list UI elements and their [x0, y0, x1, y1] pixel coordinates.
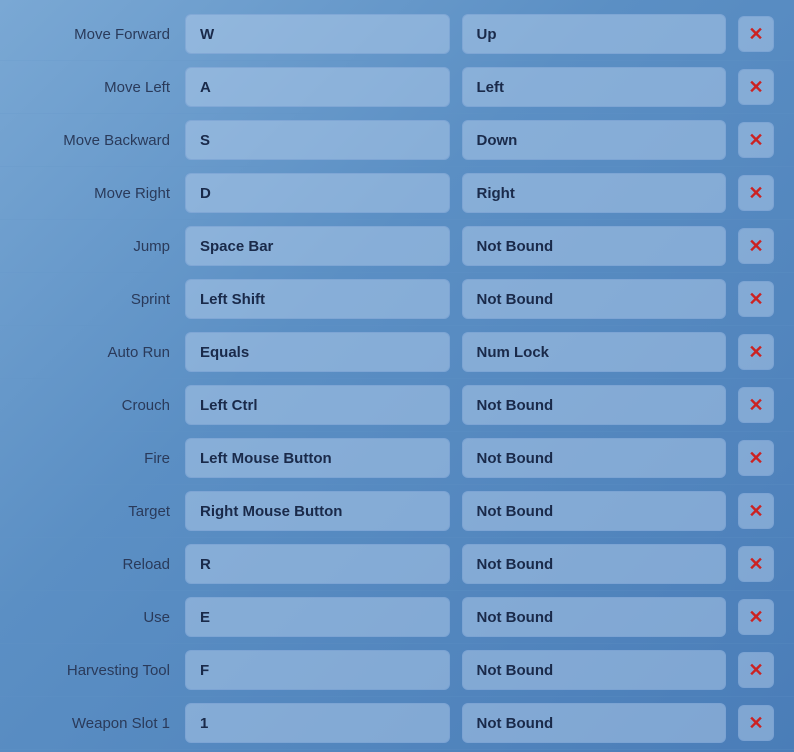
clear-button[interactable]: ✕ [738, 705, 774, 741]
action-label: Jump [10, 238, 185, 255]
table-row: UseE Not Bound ✕ [0, 591, 794, 644]
primary-binding[interactable]: 1 [185, 703, 450, 743]
primary-binding[interactable]: Equals [185, 332, 450, 372]
action-label: Fire [10, 450, 185, 467]
bindings-area: F Not Bound ✕ [185, 650, 774, 690]
primary-binding[interactable]: Right Mouse Button [185, 491, 450, 531]
secondary-binding[interactable]: Up [462, 14, 727, 54]
bindings-area: S Down ✕ [185, 120, 774, 160]
table-row: JumpSpace Bar Not Bound ✕ [0, 220, 794, 273]
table-row: Auto RunEquals Num Lock ✕ [0, 326, 794, 379]
bindings-area: Equals Num Lock ✕ [185, 332, 774, 372]
secondary-binding[interactable]: Not Bound [462, 544, 727, 584]
table-row: Weapon Slot 11 Not Bound ✕ [0, 697, 794, 750]
action-label: Move Forward [10, 26, 185, 43]
primary-binding[interactable]: D [185, 173, 450, 213]
secondary-binding[interactable]: Not Bound [462, 226, 727, 266]
clear-button[interactable]: ✕ [738, 440, 774, 476]
primary-binding[interactable]: Left Mouse Button [185, 438, 450, 478]
bindings-area: E Not Bound ✕ [185, 597, 774, 637]
table-row: ReloadR Not Bound ✕ [0, 538, 794, 591]
primary-binding[interactable]: F [185, 650, 450, 690]
action-label: Move Right [10, 185, 185, 202]
bindings-area: 1 Not Bound ✕ [185, 703, 774, 743]
secondary-binding[interactable]: Num Lock [462, 332, 727, 372]
secondary-binding[interactable]: Right [462, 173, 727, 213]
clear-button[interactable]: ✕ [738, 546, 774, 582]
bindings-area: W Up ✕ [185, 14, 774, 54]
table-row: Move LeftA Left ✕ [0, 61, 794, 114]
secondary-binding[interactable]: Not Bound [462, 438, 727, 478]
primary-binding[interactable]: E [185, 597, 450, 637]
primary-binding[interactable]: Left Shift [185, 279, 450, 319]
bindings-area: D Right ✕ [185, 173, 774, 213]
clear-button[interactable]: ✕ [738, 228, 774, 264]
clear-button[interactable]: ✕ [738, 599, 774, 635]
secondary-binding[interactable]: Down [462, 120, 727, 160]
table-row: Move BackwardS Down ✕ [0, 114, 794, 167]
bindings-area: Left Ctrl Not Bound ✕ [185, 385, 774, 425]
secondary-binding[interactable]: Not Bound [462, 703, 727, 743]
action-label: Crouch [10, 397, 185, 414]
secondary-binding[interactable]: Not Bound [462, 650, 727, 690]
table-row: TargetRight Mouse Button Not Bound ✕ [0, 485, 794, 538]
table-row: CrouchLeft Ctrl Not Bound ✕ [0, 379, 794, 432]
table-row: FireLeft Mouse Button Not Bound ✕ [0, 432, 794, 485]
action-label: Move Left [10, 79, 185, 96]
bindings-area: A Left ✕ [185, 67, 774, 107]
table-row: Move RightD Right ✕ [0, 167, 794, 220]
primary-binding[interactable]: Space Bar [185, 226, 450, 266]
action-label: Weapon Slot 1 [10, 715, 185, 732]
clear-button[interactable]: ✕ [738, 69, 774, 105]
keybinds-list: Move ForwardWUp✕Move LeftALeft✕Move Back… [0, 8, 794, 750]
primary-binding[interactable]: W [185, 14, 450, 54]
bindings-area: Left Shift Not Bound ✕ [185, 279, 774, 319]
clear-button[interactable]: ✕ [738, 281, 774, 317]
bindings-area: Right Mouse Button Not Bound ✕ [185, 491, 774, 531]
primary-binding[interactable]: R [185, 544, 450, 584]
secondary-binding[interactable]: Not Bound [462, 597, 727, 637]
action-label: Use [10, 609, 185, 626]
action-label: Sprint [10, 291, 185, 308]
table-row: SprintLeft Shift Not Bound ✕ [0, 273, 794, 326]
keybinds-container[interactable]: Move ForwardWUp✕Move LeftALeft✕Move Back… [0, 0, 794, 752]
primary-binding[interactable]: A [185, 67, 450, 107]
clear-button[interactable]: ✕ [738, 493, 774, 529]
primary-binding[interactable]: Left Ctrl [185, 385, 450, 425]
primary-binding[interactable]: S [185, 120, 450, 160]
secondary-binding[interactable]: Not Bound [462, 279, 727, 319]
action-label: Auto Run [10, 344, 185, 361]
action-label: Reload [10, 556, 185, 573]
action-label: Harvesting Tool [10, 662, 185, 679]
table-row: Harvesting ToolF Not Bound ✕ [0, 644, 794, 697]
clear-button[interactable]: ✕ [738, 334, 774, 370]
bindings-area: R Not Bound ✕ [185, 544, 774, 584]
bindings-area: Left Mouse Button Not Bound ✕ [185, 438, 774, 478]
action-label: Target [10, 503, 185, 520]
clear-button[interactable]: ✕ [738, 387, 774, 423]
table-row: Move ForwardW Up ✕ [0, 8, 794, 61]
secondary-binding[interactable]: Left [462, 67, 727, 107]
clear-button[interactable]: ✕ [738, 16, 774, 52]
clear-button[interactable]: ✕ [738, 122, 774, 158]
clear-button[interactable]: ✕ [738, 652, 774, 688]
action-label: Move Backward [10, 132, 185, 149]
secondary-binding[interactable]: Not Bound [462, 491, 727, 531]
clear-button[interactable]: ✕ [738, 175, 774, 211]
secondary-binding[interactable]: Not Bound [462, 385, 727, 425]
bindings-area: Space Bar Not Bound ✕ [185, 226, 774, 266]
